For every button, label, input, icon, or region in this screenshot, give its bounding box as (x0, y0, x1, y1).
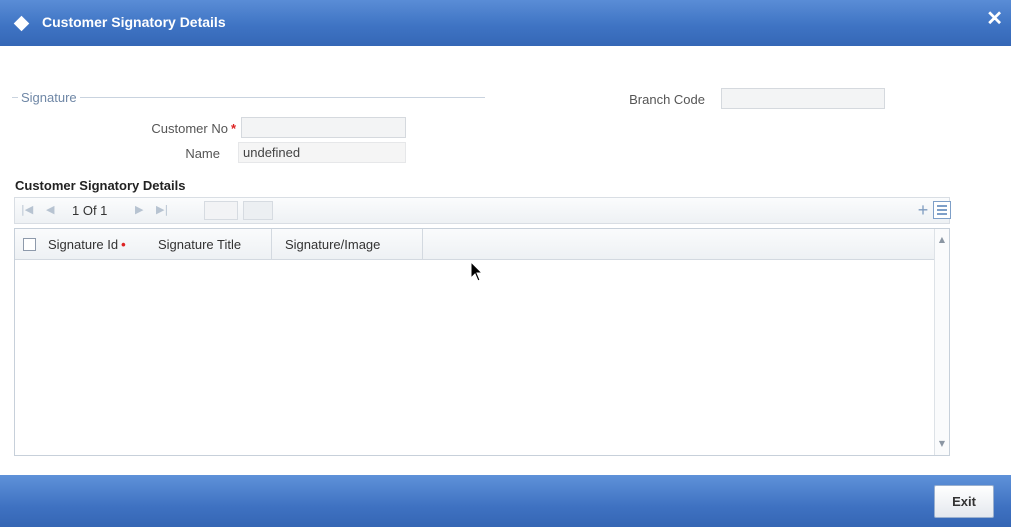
close-button[interactable]: ✕ (986, 9, 1003, 29)
customer-signatory-window: Customer Signatory Details ✕ Signature B… (0, 0, 1011, 527)
signature-id-label: Signature Id (48, 237, 119, 252)
required-marker: • (121, 237, 126, 252)
scroll-down-icon[interactable]: ▼ (935, 437, 949, 451)
pager-status: 1 Of 1 (72, 203, 108, 218)
first-page-icon[interactable]: |◀ (21, 203, 33, 217)
branch-code-label: Branch Code (629, 92, 705, 107)
mouse-cursor-icon (470, 261, 484, 282)
grid-scrollbar[interactable]: ▲ ▼ (934, 229, 949, 455)
name-label: Name (185, 146, 220, 161)
diamond-icon (13, 15, 30, 32)
column-separator (271, 229, 272, 260)
window-title: Customer Signatory Details (42, 14, 226, 30)
select-all-checkbox[interactable] (23, 238, 36, 251)
footer-bar: Exit (0, 475, 1011, 527)
signature-fieldset-line (12, 97, 485, 98)
scroll-up-icon[interactable]: ▲ (935, 233, 949, 247)
add-row-icon[interactable]: + (914, 200, 932, 220)
grid-header: Signature Id • Signature Title Signature/… (15, 229, 935, 260)
column-separator (422, 229, 423, 260)
single-view-icon[interactable] (933, 201, 951, 219)
customer-no-label: Customer No (151, 121, 228, 136)
column-header-signature-id[interactable]: Signature Id • (48, 237, 126, 252)
required-marker: * (230, 121, 236, 136)
customer-no-field[interactable] (241, 117, 406, 138)
customer-no-label-wrap: Customer No * (60, 121, 236, 136)
exit-button[interactable]: Exit (934, 485, 994, 518)
signature-legend: Signature (18, 90, 80, 105)
next-page-icon[interactable]: ▶ (135, 203, 143, 217)
grid-toolbar: |◀ ◀ 1 Of 1 ▶ ▶| + (14, 197, 951, 224)
prev-page-icon[interactable]: ◀ (46, 203, 54, 217)
go-button[interactable] (243, 201, 273, 220)
title-bar: Customer Signatory Details ✕ (0, 0, 1011, 46)
signatory-details-title: Customer Signatory Details (15, 178, 186, 193)
page-number-input[interactable] (204, 201, 238, 220)
name-field[interactable] (238, 142, 406, 163)
column-header-signature-title[interactable]: Signature Title (158, 237, 241, 252)
last-page-icon[interactable]: ▶| (156, 203, 168, 217)
branch-code-field[interactable] (721, 88, 885, 109)
column-header-signature-image[interactable]: Signature/Image (285, 237, 380, 252)
